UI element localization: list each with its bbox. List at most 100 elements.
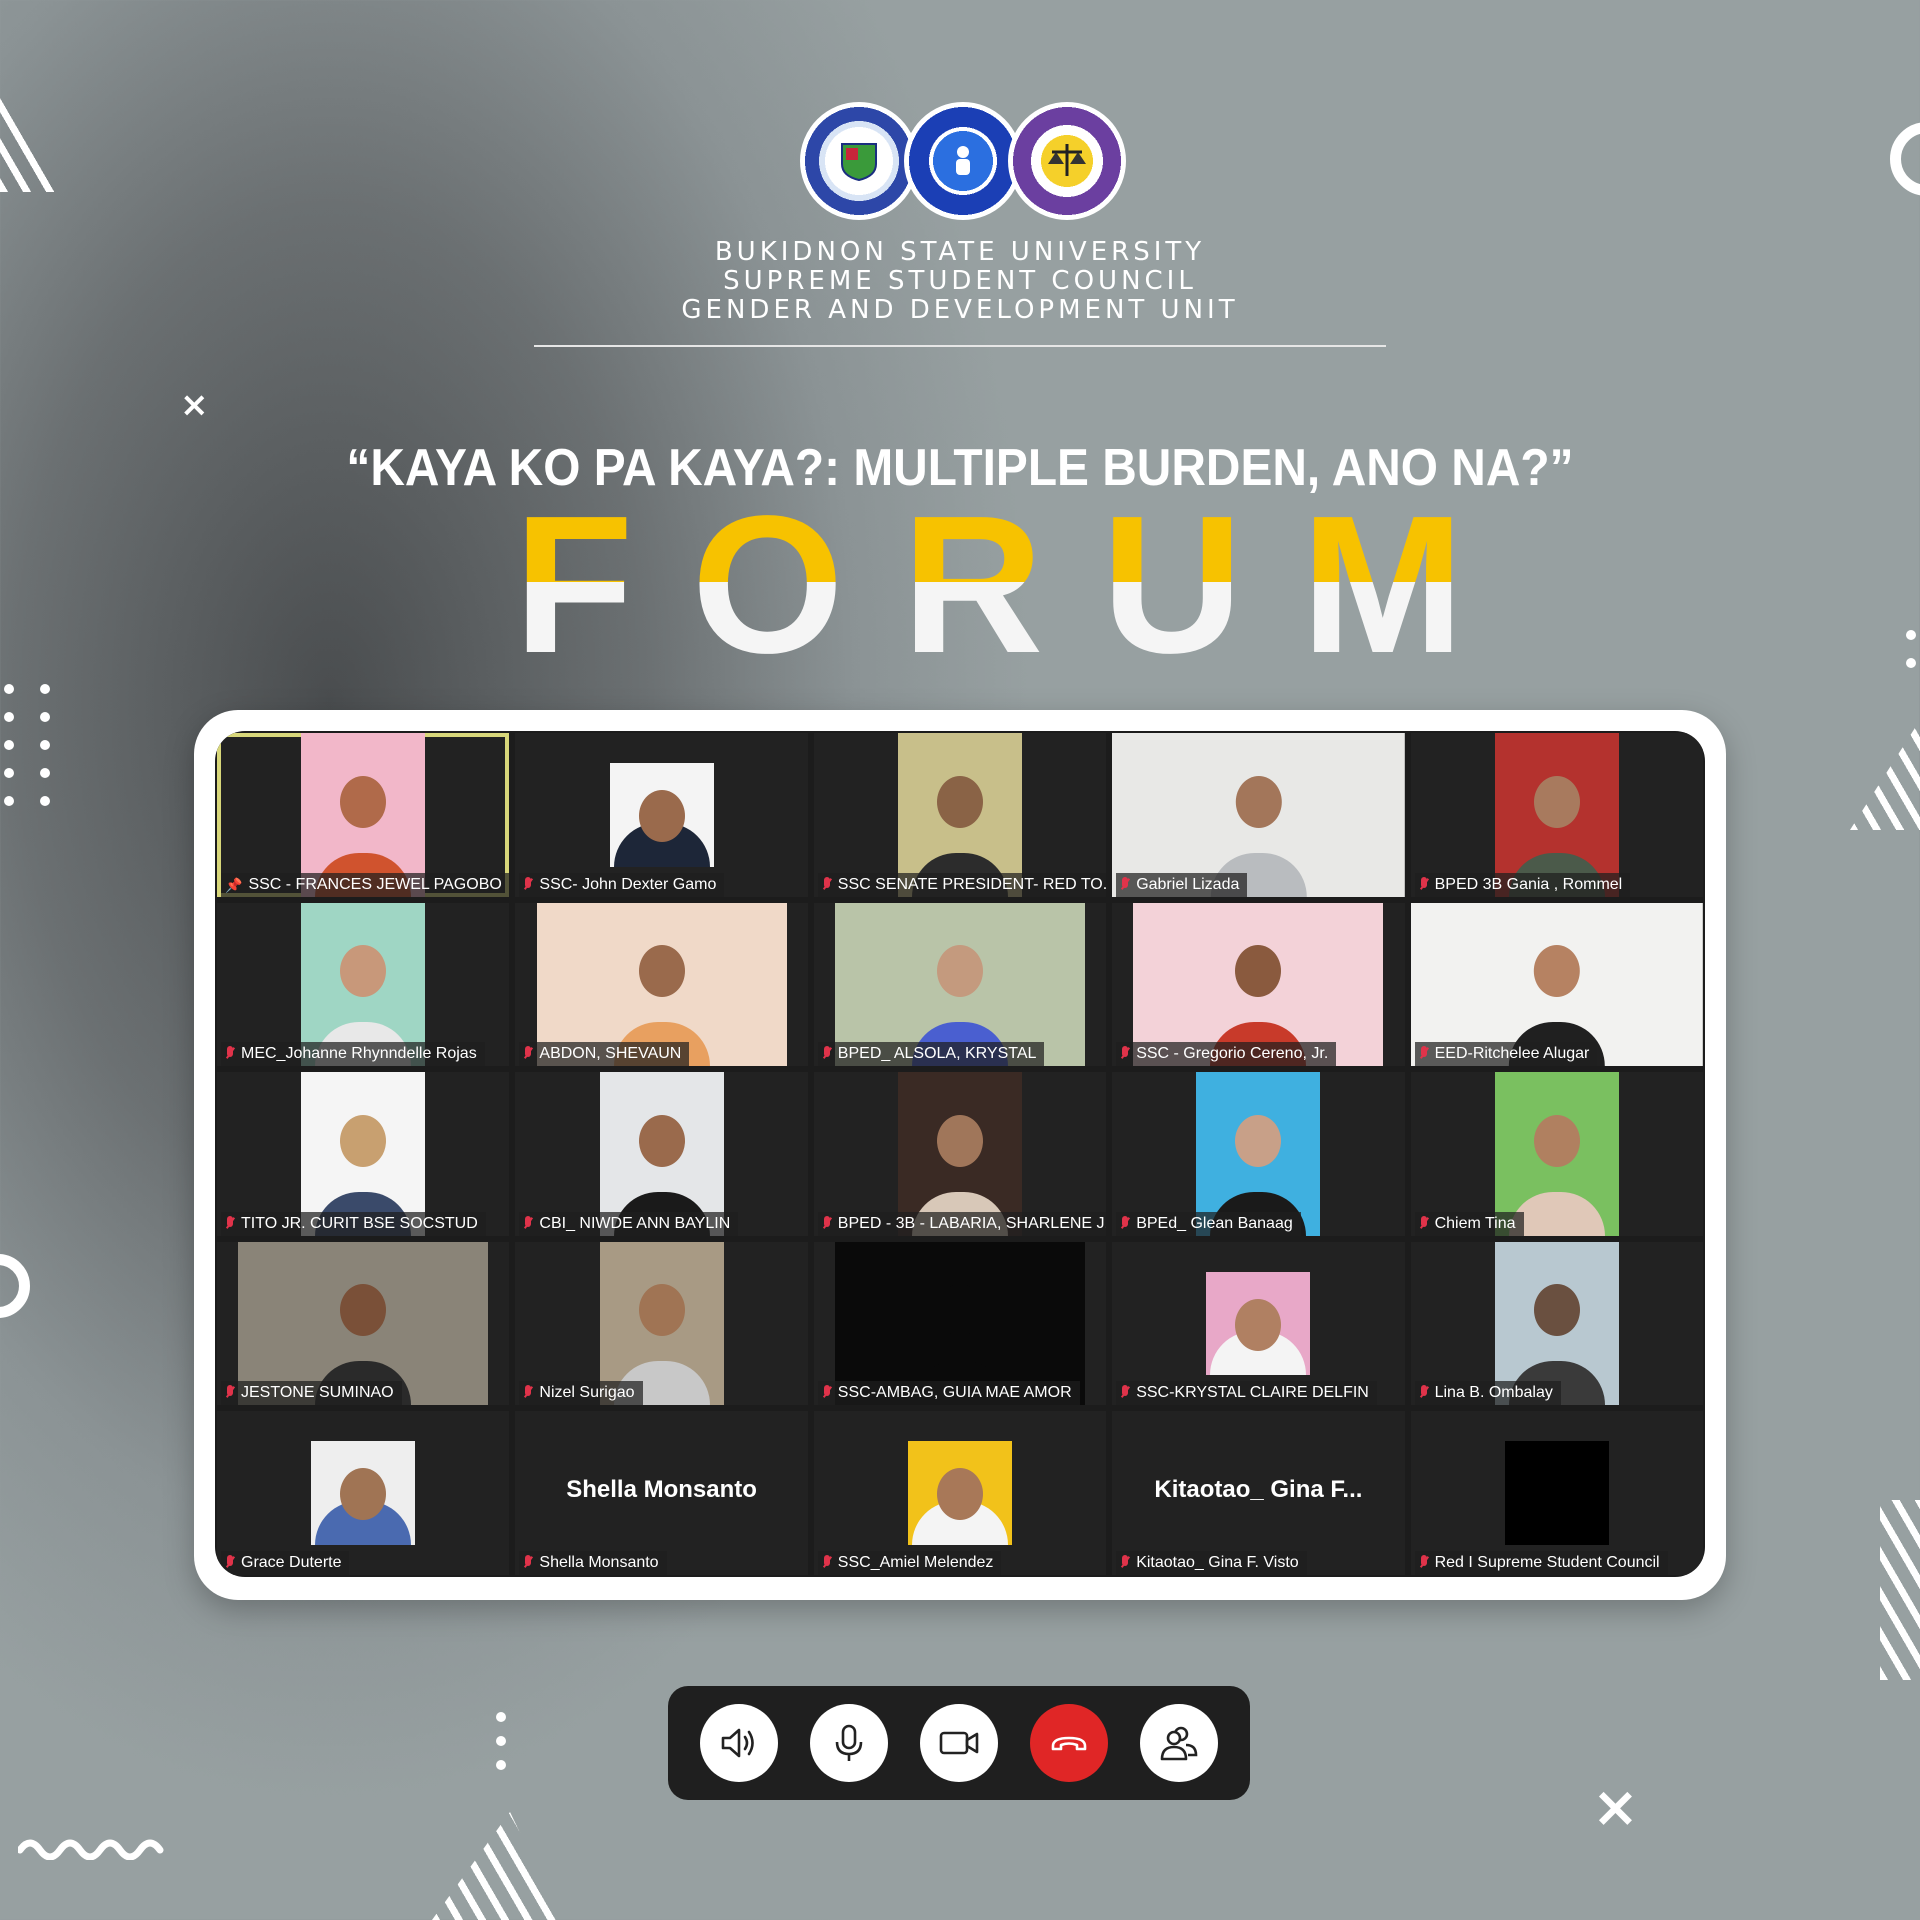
participant-name-tag: BPED_ ALSOLA, KRYSTAL	[817, 1042, 1045, 1067]
x-decoration-left: ×	[180, 385, 209, 425]
scales-icon	[1048, 144, 1086, 176]
participant-name-tag: BPED - 3B - LABARIA, SHARLENE J.	[817, 1211, 1107, 1236]
participant-tile[interactable]: Grace Duterte	[217, 1411, 510, 1575]
participant-tile[interactable]: SSC_Amiel Melendez	[813, 1411, 1107, 1575]
participant-tile[interactable]: EED-Ritchelee Alugar	[1410, 902, 1703, 1067]
participant-tile[interactable]: Red I Supreme Student Council	[1410, 1411, 1703, 1575]
participant-tile[interactable]: BPED_ ALSOLA, KRYSTAL	[813, 902, 1107, 1067]
video-camera-icon	[939, 1731, 979, 1755]
muted-mic-icon	[822, 1385, 832, 1401]
microphone-icon	[835, 1724, 863, 1761]
participant-name-tag: BPEd_ Glean Banaag	[1116, 1211, 1301, 1236]
dots-decoration-bottom	[496, 1712, 506, 1770]
participant-tile[interactable]: BPEd_ Glean Banaag	[1112, 1072, 1405, 1236]
participant-name: SSC-AMBAG, GUIA MAE AMOR	[837, 1384, 1072, 1402]
participants-button[interactable]	[1140, 1704, 1218, 1782]
participant-tile[interactable]: ABDON, SHEVAUN	[515, 902, 808, 1067]
participant-name-tag: Shella Monsanto	[519, 1551, 667, 1575]
participant-display-name: Kitaotao_ Gina F...	[1154, 1476, 1363, 1504]
participant-name: BPED 3B Gania , Rommel	[1434, 875, 1623, 893]
logo-group	[800, 102, 1126, 226]
muted-mic-icon	[225, 1385, 235, 1401]
participant-video	[907, 1441, 1012, 1545]
stripes-decoration-bottom-right	[1880, 1500, 1920, 1680]
participant-figure-head	[340, 775, 387, 828]
participant-figure-head	[1235, 945, 1282, 998]
participant-tile[interactable]: Chiem Tina	[1410, 1072, 1703, 1236]
participant-figure-head	[638, 1114, 685, 1167]
participant-name-tag: 📌 SSC - FRANCES JEWEL PAGOBO	[221, 872, 510, 897]
participant-figure-head	[936, 1284, 983, 1337]
participant-name-tag: SSC SENATE PRESIDENT- RED TO...	[817, 872, 1107, 897]
muted-mic-icon	[523, 1046, 533, 1062]
participant-tile[interactable]: 📌 SSC - FRANCES JEWEL PAGOBO	[217, 733, 510, 897]
muted-mic-icon	[822, 1555, 832, 1571]
participant-tile[interactable]: Gabriel Lizada	[1112, 733, 1405, 897]
org-line-university: BUKIDNON STATE UNIVERSITY	[714, 237, 1206, 267]
participant-figure-head	[638, 1284, 685, 1337]
participant-tile[interactable]: SSC-KRYSTAL CLAIRE DELFIN	[1112, 1241, 1405, 1406]
participant-video	[311, 1441, 416, 1545]
participant-name: Shella Monsanto	[539, 1554, 659, 1571]
participant-name-tag: Gabriel Lizada	[1116, 872, 1248, 897]
org-line-council: SUPREME STUDENT COUNCIL	[723, 266, 1197, 296]
participant-video	[1504, 1441, 1609, 1545]
participant-name: CBI_ NIWDE ANN BAYLIN	[539, 1214, 731, 1232]
participant-name: JESTONE SUMINAO	[241, 1384, 394, 1402]
participant-tile[interactable]: TITO JR. CURIT BSE SOCSTUD	[217, 1072, 510, 1236]
participant-tile[interactable]: BPED - 3B - LABARIA, SHARLENE J.	[813, 1072, 1107, 1236]
pin-icon: 📌	[225, 876, 243, 893]
microphone-button[interactable]	[810, 1704, 888, 1782]
participant-name: SSC- John Dexter Gamo	[539, 875, 717, 893]
end-call-button[interactable]	[1030, 1704, 1108, 1782]
muted-mic-icon	[1419, 876, 1429, 893]
participant-name-tag: ABDON, SHEVAUN	[519, 1042, 690, 1067]
muted-mic-icon	[1120, 876, 1130, 893]
camera-button[interactable]	[920, 1704, 998, 1782]
muted-mic-icon	[822, 876, 832, 893]
muted-mic-icon	[225, 1555, 235, 1571]
participant-name-tag: EED-Ritchelee Alugar	[1414, 1042, 1598, 1067]
participant-tile[interactable]: Lina B. Ombalay	[1410, 1241, 1703, 1406]
shield-icon	[841, 143, 877, 182]
participant-tile[interactable]: Shella Monsanto Shella Monsanto	[515, 1411, 808, 1575]
participant-tile[interactable]: SSC-AMBAG, GUIA MAE AMOR	[813, 1241, 1107, 1406]
muted-mic-icon	[1419, 1046, 1429, 1062]
participant-name-tag: CBI_ NIWDE ANN BAYLIN	[519, 1211, 739, 1236]
participant-tile[interactable]: Nizel Surigao	[515, 1241, 808, 1406]
muted-mic-icon	[1120, 1385, 1130, 1401]
ring-decoration-top-right	[1890, 122, 1920, 196]
participant-name: MEC_Johanne Rhynndelle Rojas	[241, 1045, 477, 1063]
speaker-button[interactable]	[700, 1704, 778, 1782]
participant-name: SSC - Gregorio Cereno, Jr.	[1136, 1045, 1329, 1063]
participant-tile[interactable]: SSC - Gregorio Cereno, Jr.	[1112, 902, 1405, 1067]
participant-name-tag: SSC_Amiel Melendez	[817, 1551, 1002, 1575]
participant-tile[interactable]: SSC SENATE PRESIDENT- RED TO...	[813, 733, 1107, 897]
muted-mic-icon	[1419, 1555, 1429, 1571]
participant-name: Kitaotao_ Gina F. Visto	[1136, 1554, 1299, 1571]
participant-figure-head	[1533, 775, 1580, 828]
participant-tile[interactable]: MEC_Johanne Rhynndelle Rojas	[217, 902, 510, 1067]
participant-tile[interactable]: JESTONE SUMINAO	[217, 1241, 510, 1406]
participant-grid: 📌 SSC - FRANCES JEWEL PAGOBO SSC- John Dex…	[215, 731, 1705, 1577]
participant-figure-head	[936, 775, 983, 828]
participant-name: SSC-KRYSTAL CLAIRE DELFIN	[1136, 1384, 1369, 1402]
participant-name-tag: Nizel Surigao	[519, 1381, 643, 1406]
participant-figure-head	[340, 1114, 387, 1167]
bukidnon-state-university-seal	[800, 102, 918, 220]
participant-tile[interactable]: SSC- John Dexter Gamo	[515, 733, 808, 897]
participant-name: Chiem Tina	[1434, 1214, 1516, 1232]
participant-tile[interactable]: BPED 3B Gania , Rommel	[1410, 733, 1703, 897]
speaker-icon	[721, 1728, 754, 1758]
stripes-decoration-top-left	[0, 88, 66, 192]
muted-mic-icon	[523, 1215, 533, 1232]
participant-name: EED-Ritchelee Alugar	[1434, 1045, 1590, 1063]
participant-figure-head	[1235, 775, 1282, 828]
participant-name: BPED_ ALSOLA, KRYSTAL	[837, 1045, 1037, 1063]
participant-tile[interactable]: CBI_ NIWDE ANN BAYLIN	[515, 1072, 808, 1236]
participant-tile[interactable]: Kitaotao_ Gina F... Kitaotao_ Gina F. Vis…	[1112, 1411, 1405, 1575]
participant-name-tag: Chiem Tina	[1414, 1211, 1524, 1236]
participant-figure-head	[340, 945, 387, 998]
muted-mic-icon	[523, 1555, 533, 1571]
participant-name: TITO JR. CURIT BSE SOCSTUD	[241, 1214, 478, 1232]
